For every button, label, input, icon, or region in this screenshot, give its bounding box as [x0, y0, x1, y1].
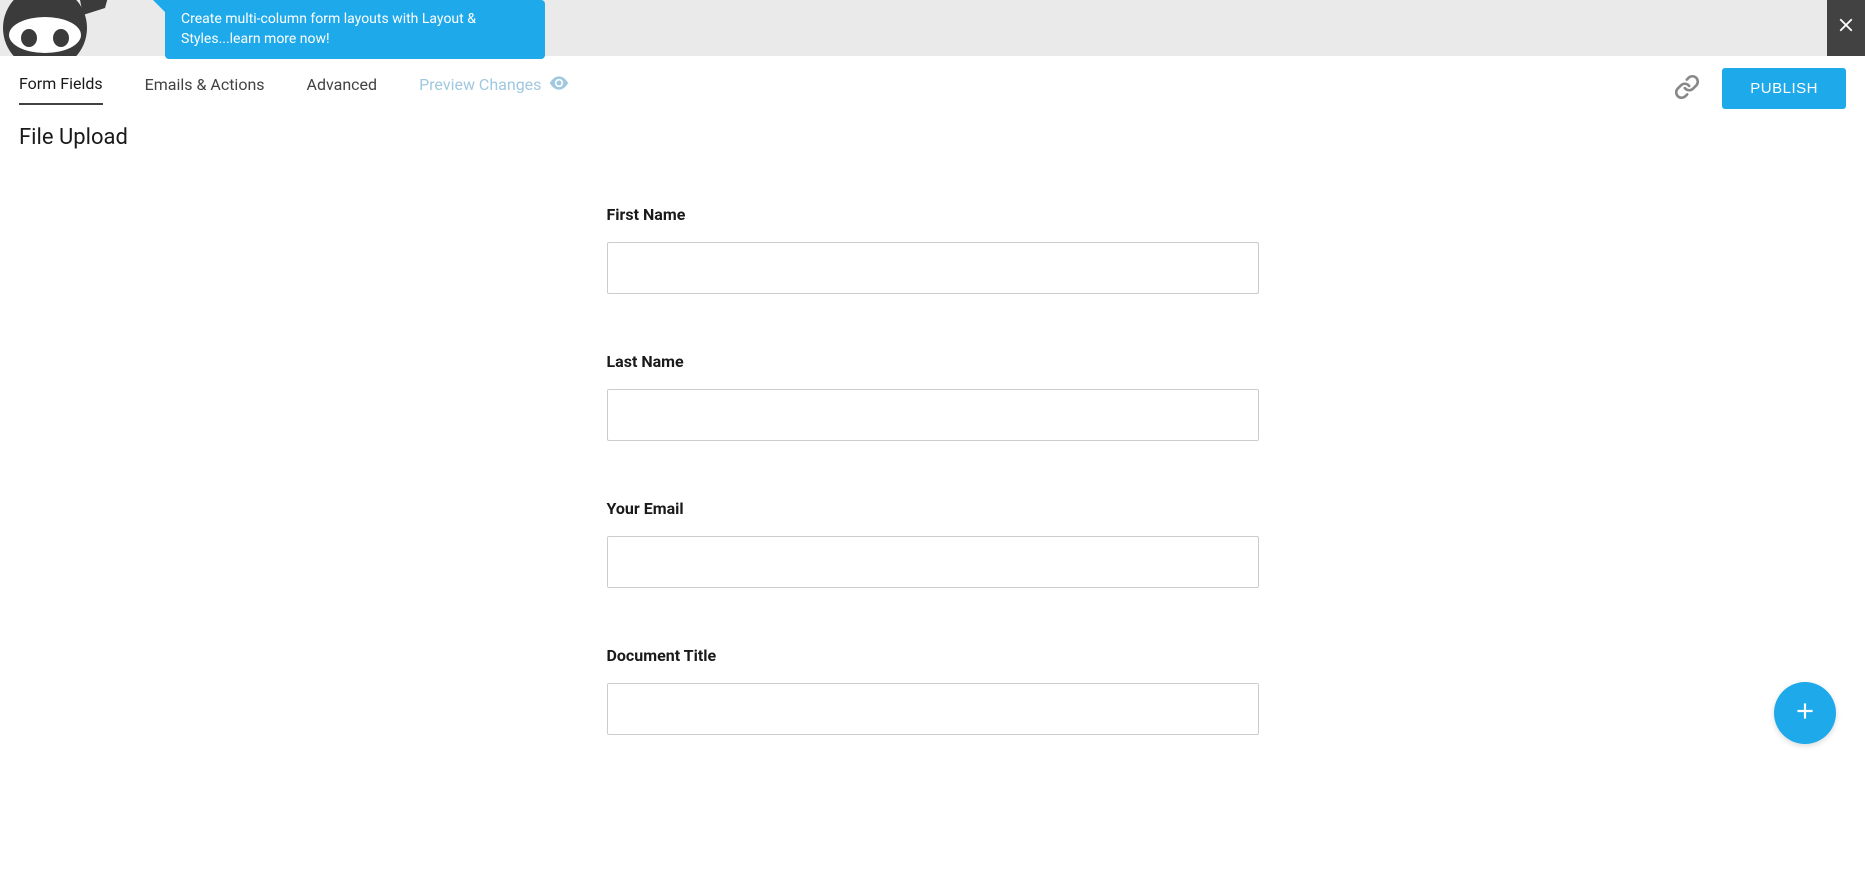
field-label: First Name	[607, 205, 1259, 224]
tab-bar-actions: PUBLISH	[1674, 68, 1846, 109]
first-name-input[interactable]	[607, 242, 1259, 294]
tab-emails-actions[interactable]: Emails & Actions	[145, 74, 265, 105]
form-field-document-title[interactable]: Document Title	[607, 646, 1259, 735]
tab-label: Form Fields	[19, 74, 103, 93]
last-name-input[interactable]	[607, 389, 1259, 441]
publish-label: PUBLISH	[1750, 80, 1818, 97]
tab-advanced[interactable]: Advanced	[307, 74, 378, 105]
field-label: Last Name	[607, 352, 1259, 371]
tab-form-fields[interactable]: Form Fields	[19, 74, 103, 105]
eye-icon	[549, 75, 569, 94]
add-field-button[interactable]	[1774, 682, 1836, 744]
ninja-logo	[0, 0, 110, 56]
page-title: File Upload	[0, 105, 1865, 150]
tab-label: Preview Changes	[419, 75, 541, 94]
publish-button[interactable]: PUBLISH	[1722, 68, 1846, 109]
tab-preview-changes[interactable]: Preview Changes	[419, 74, 569, 105]
close-icon	[1835, 13, 1857, 43]
plus-icon	[1792, 698, 1818, 728]
form-field-first-name[interactable]: First Name	[607, 205, 1259, 294]
your-email-input[interactable]	[607, 536, 1259, 588]
field-label: Document Title	[607, 646, 1259, 665]
top-banner: Create multi-column form layouts with La…	[0, 0, 1865, 56]
tab-label: Emails & Actions	[145, 75, 265, 94]
form-builder-canvas: First Name Last Name Your Email Document…	[607, 205, 1259, 735]
close-button[interactable]	[1827, 0, 1865, 56]
document-title-input[interactable]	[607, 683, 1259, 735]
promo-text: Create multi-column form layouts with La…	[181, 11, 476, 47]
form-field-your-email[interactable]: Your Email	[607, 499, 1259, 588]
tabs: Form Fields Emails & Actions Advanced Pr…	[19, 74, 569, 105]
promo-bubble[interactable]: Create multi-column form layouts with La…	[165, 0, 545, 59]
field-label: Your Email	[607, 499, 1259, 518]
tab-bar: Form Fields Emails & Actions Advanced Pr…	[0, 56, 1865, 105]
tab-label: Advanced	[307, 75, 378, 94]
link-icon[interactable]	[1674, 74, 1700, 104]
form-field-last-name[interactable]: Last Name	[607, 352, 1259, 441]
